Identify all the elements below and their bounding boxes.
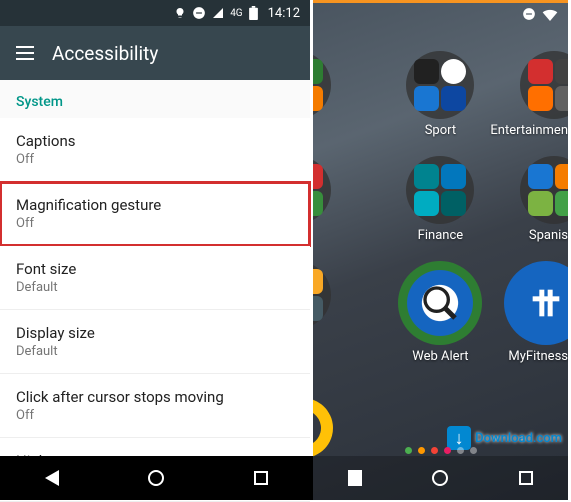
- setting-display-size[interactable]: Display size Default: [0, 310, 310, 374]
- battery-icon: [249, 6, 258, 20]
- app-icon: [414, 86, 439, 111]
- page-indicator: [405, 447, 477, 454]
- app-myfitness[interactable]: MyFitness: [490, 261, 568, 364]
- app-icon: [555, 164, 568, 189]
- app-folder-spanish[interactable]: Spanis: [490, 156, 568, 243]
- app-icon: [528, 59, 553, 84]
- bulb-icon: [174, 7, 186, 19]
- app-folder-sport[interactable]: Sport: [398, 51, 482, 138]
- clock: 14:12: [268, 6, 300, 21]
- recent-button[interactable]: [519, 471, 533, 485]
- globe-search-icon: [420, 283, 460, 323]
- wifi-icon: [542, 6, 558, 25]
- fitness-icon: [526, 283, 566, 323]
- app-icon: [441, 86, 466, 111]
- app-icon: [441, 191, 466, 216]
- back-button[interactable]: [45, 470, 59, 486]
- app-icon: [313, 269, 323, 294]
- app-icon: [528, 191, 553, 216]
- section-label: System: [0, 80, 310, 118]
- app-header: Accessibility: [0, 26, 310, 80]
- signal-icon: [212, 7, 224, 19]
- app-icon: [313, 191, 323, 216]
- network-label: 4G: [230, 8, 242, 19]
- app-icon: [528, 86, 553, 111]
- app-folder-partial-3[interactable]: m: [313, 261, 390, 364]
- app-icon: [313, 59, 323, 84]
- app-folder-entertainment[interactable]: Entertainmen: [490, 51, 568, 138]
- app-icon: [528, 164, 553, 189]
- app-icon: [313, 86, 323, 111]
- app-icon: [441, 164, 466, 189]
- setting-magnification-gesture[interactable]: Magnification gesture Off: [0, 182, 310, 246]
- setting-captions[interactable]: Captions Off: [0, 118, 310, 182]
- home-button[interactable]: [148, 470, 164, 486]
- dnd-icon: [522, 6, 536, 25]
- app-icon: [441, 59, 466, 84]
- settings-list: System Captions Off Magnification gestur…: [0, 80, 310, 502]
- app-grid: s Sport Entertainmen: [313, 27, 568, 364]
- status-bar: 4G 14:12: [0, 0, 310, 26]
- app-folder-finance[interactable]: Finance: [398, 156, 482, 243]
- navigation-bar: [0, 456, 313, 500]
- status-bar-right: [313, 3, 568, 27]
- app-icon: [313, 164, 323, 189]
- setting-font-size[interactable]: Font size Default: [0, 246, 310, 310]
- navigation-bar-right: [313, 456, 568, 500]
- app-icon: [313, 296, 323, 321]
- app-icon: [555, 59, 568, 84]
- back-button[interactable]: [348, 470, 362, 486]
- recent-button[interactable]: [254, 471, 268, 485]
- dnd-icon: [192, 6, 206, 20]
- home-button[interactable]: [432, 470, 448, 486]
- app-icon: [555, 86, 568, 111]
- app-folder-activity[interactable]: ivity: [313, 156, 390, 243]
- app-icon: [414, 164, 439, 189]
- setting-click-after-cursor[interactable]: Click after cursor stops moving Off: [0, 374, 310, 438]
- app-icon: [414, 59, 439, 84]
- app-web-alert[interactable]: Web Alert: [398, 261, 482, 364]
- app-folder-partial-1[interactable]: s: [313, 51, 390, 138]
- menu-icon[interactable]: [16, 46, 34, 60]
- app-icon: [414, 191, 439, 216]
- app-icon: [555, 191, 568, 216]
- page-title: Accessibility: [52, 42, 158, 65]
